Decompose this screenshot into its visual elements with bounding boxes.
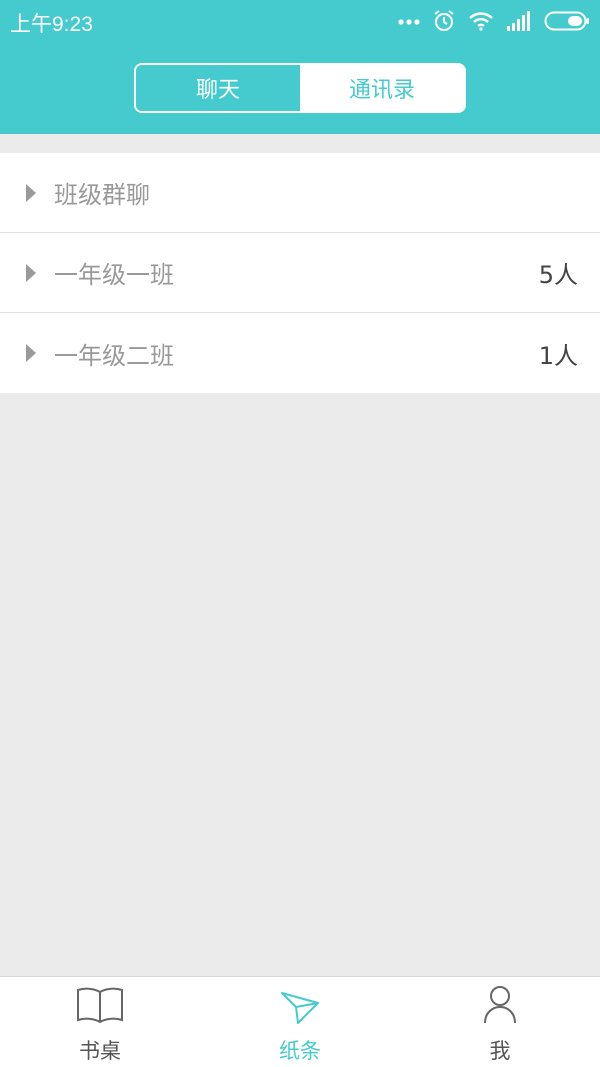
book-icon — [75, 985, 125, 1025]
list-item-label: 班级群聊 — [54, 181, 150, 209]
list-item-count: 1人 — [538, 341, 578, 370]
status-bar: 上午9:23 — [0, 0, 600, 42]
tab-chat-label: 聊天 — [195, 78, 240, 103]
list-item-grade1-class1[interactable]: 一年级一班 5人 — [0, 233, 600, 313]
person-icon — [483, 985, 517, 1025]
more-dots-icon — [398, 17, 420, 25]
alarm-icon — [432, 9, 456, 33]
tab-me[interactable]: 我 — [400, 977, 600, 1067]
status-time: 上午9:23 — [10, 13, 93, 36]
tab-contacts-label: 通讯录 — [348, 78, 415, 103]
list-item-class-group-chat[interactable]: 班级群聊 — [0, 153, 600, 233]
list-item-label: 一年级一班 — [54, 261, 174, 289]
tab-notes-label: 纸条 — [279, 1039, 321, 1063]
expand-triangle-icon — [26, 264, 36, 282]
tab-chat[interactable]: 聊天 — [136, 65, 300, 111]
tab-notes[interactable]: 纸条 — [200, 977, 400, 1067]
expand-triangle-icon — [26, 344, 36, 362]
status-icons — [398, 8, 590, 34]
wifi-icon — [468, 11, 494, 31]
battery-icon — [544, 10, 590, 32]
signal-icon — [506, 11, 532, 31]
list-item-count: 5人 — [538, 261, 578, 289]
list-item-label: 一年级二班 — [54, 341, 174, 370]
expand-triangle-icon — [26, 184, 36, 202]
tab-contacts[interactable]: 通讯录 — [300, 65, 464, 111]
paper-plane-icon — [280, 985, 320, 1025]
list-item-grade1-class2[interactable]: 一年级二班 1人 — [0, 313, 600, 393]
tab-me-label: 我 — [489, 1039, 511, 1063]
tab-desk-label: 书桌 — [79, 1039, 121, 1063]
app-header: 上午9:23 聊天 通讯录 — [0, 0, 600, 134]
contact-group-list: 班级群聊 一年级一班 5人 一年级二班 1人 — [0, 153, 600, 393]
chat-contacts-switch: 聊天 通讯录 — [134, 63, 466, 113]
bottom-tab-bar: 书桌 纸条 我 — [0, 976, 600, 1067]
tab-desk[interactable]: 书桌 — [0, 977, 200, 1067]
